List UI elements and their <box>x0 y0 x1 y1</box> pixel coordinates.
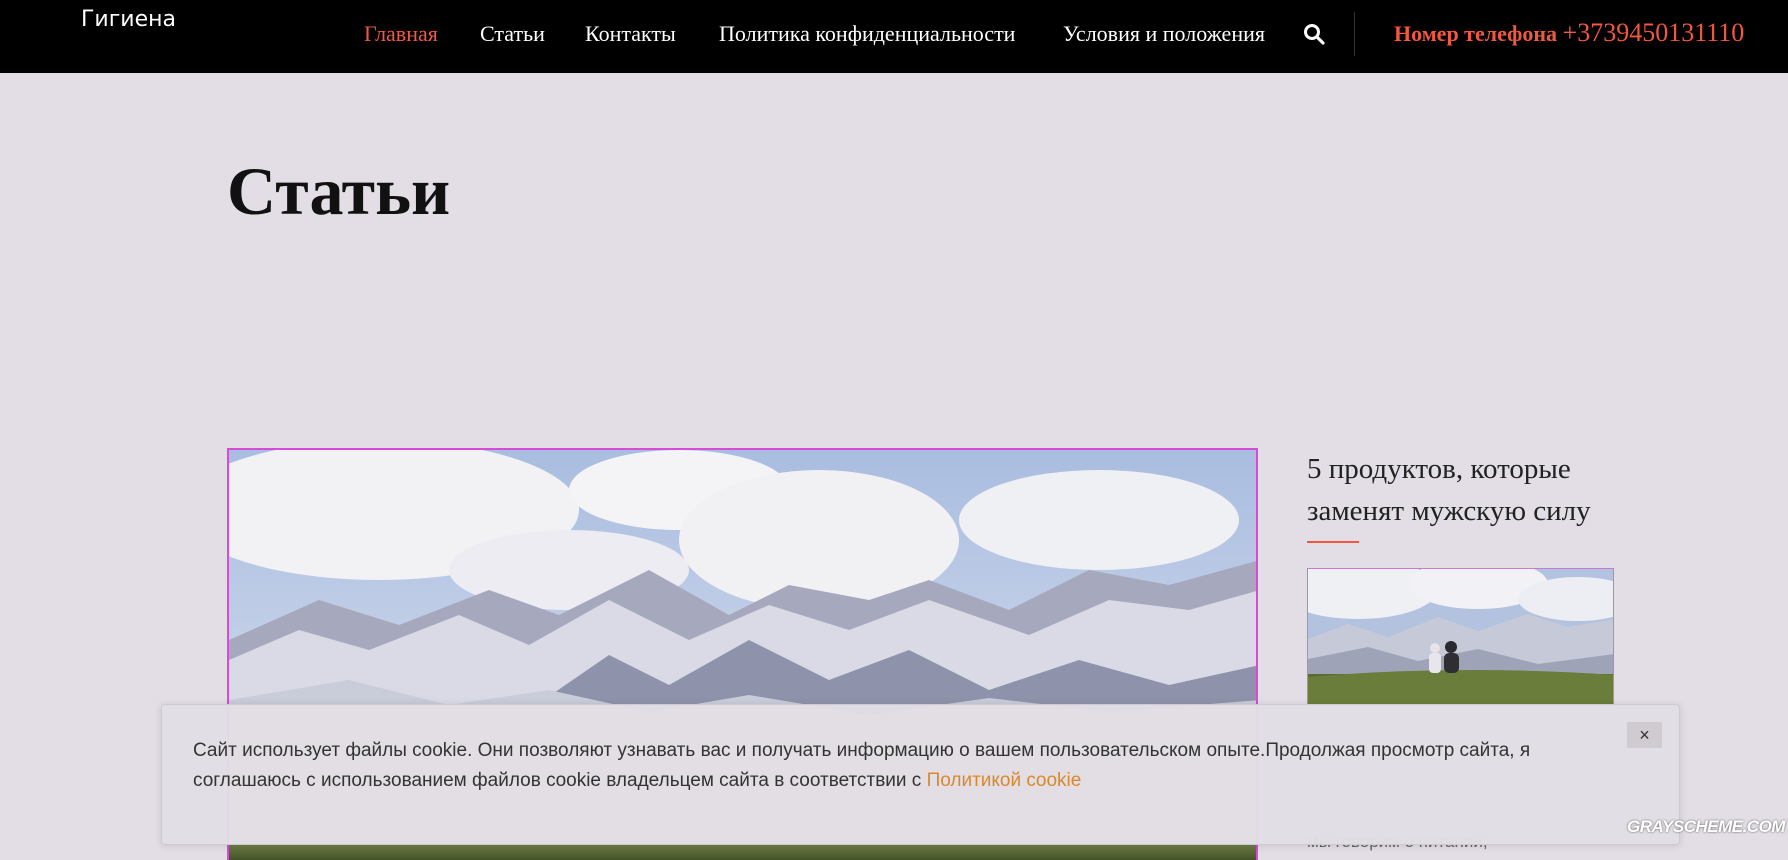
cookie-consent-banner: Сайт использует файлы cookie. Они позвол… <box>161 704 1680 845</box>
phone-label: Номер телефона <box>1394 21 1558 46</box>
nav-item-privacy-policy[interactable]: Политика конфиденциальности <box>719 21 1015 47</box>
nav-item-contacts[interactable]: Контакты <box>585 21 676 47</box>
cookie-message: Сайт использует файлы cookie. Они позвол… <box>193 736 1593 796</box>
top-navigation-bar: Гигиена Главная Статьи Контакты Политика… <box>0 0 1788 73</box>
cookie-policy-link[interactable]: Политикой cookie <box>927 770 1082 791</box>
couple-on-hill-image <box>1308 569 1613 705</box>
cookie-close-button[interactable]: × <box>1627 722 1662 748</box>
phone-contact[interactable]: Номер телефона +3739450131110 <box>1394 18 1744 48</box>
site-logo[interactable]: Гигиена <box>81 7 176 32</box>
phone-number[interactable]: +3739450131110 <box>1563 18 1745 47</box>
search-icon[interactable] <box>1303 23 1325 45</box>
cookie-message-text: Сайт использует файлы cookie. Они позвол… <box>193 740 1531 791</box>
sidebar-title-underline <box>1307 541 1359 543</box>
nav-item-terms[interactable]: Условия и положения <box>1063 21 1265 47</box>
watermark-logo: GRAYSCHEME.COM <box>1627 817 1785 836</box>
header-divider <box>1354 12 1355 56</box>
sidebar-post-title[interactable]: 5 продуктов, которые заменят мужскую сил… <box>1307 448 1637 532</box>
sidebar-post-thumbnail[interactable] <box>1307 568 1614 706</box>
nav-item-articles[interactable]: Статьи <box>480 21 545 47</box>
page-title: Статьи <box>227 153 451 229</box>
nav-item-home[interactable]: Главная <box>364 21 438 47</box>
